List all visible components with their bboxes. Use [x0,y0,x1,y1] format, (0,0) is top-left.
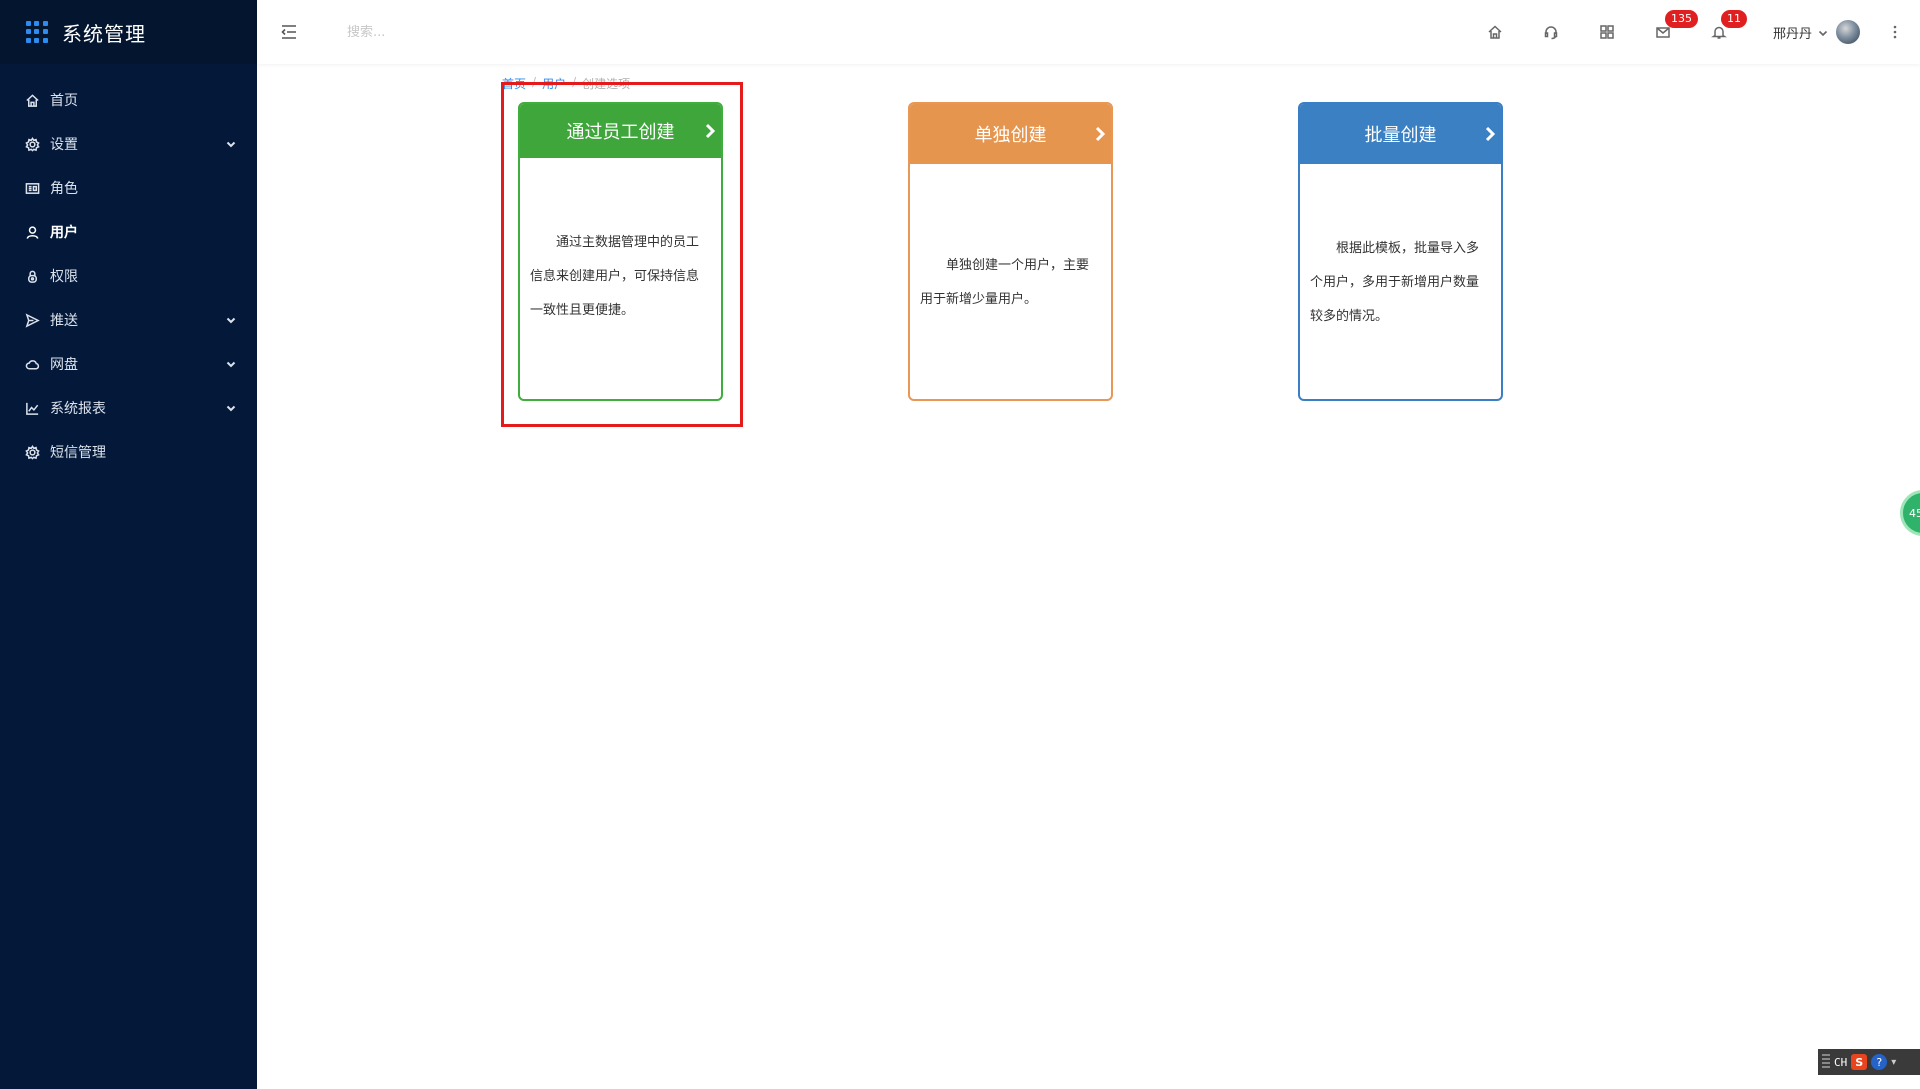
mail-icon[interactable]: 135 [1635,0,1698,64]
card-header[interactable]: 单独创建 [910,104,1111,164]
sidebar-item-roles[interactable]: 角色 [0,166,257,210]
user-name: 邢丹丹 [1772,26,1812,42]
chevron-down-icon [225,402,237,414]
chevron-right-icon[interactable] [1093,125,1107,143]
chart-icon [24,400,40,416]
avatar[interactable] [1836,20,1860,44]
floating-widget-label: 45 [1909,506,1920,520]
sidebar-menu: 首页 设置 角色 用户 权限 推送 网盘 系统报表 短信管理 [0,64,257,474]
lock-icon [24,268,40,284]
sidebar-item-label: 推送 [50,313,78,329]
sidebar-item-sms[interactable]: 短信管理 [0,430,257,474]
search-input[interactable] [347,17,607,47]
sidebar-item-label: 首页 [50,93,78,109]
bell-icon[interactable]: 11 [1691,0,1747,64]
card-description: 单独创建一个用户，主要用于新增少量用户。 [910,164,1111,399]
sidebar-item-label: 设置 [50,137,78,153]
sidebar-item-reports[interactable]: 系统报表 [0,386,257,430]
card-create-single[interactable]: 单独创建 单独创建一个用户，主要用于新增少量用户。 [908,102,1113,401]
app-grid-icon [26,21,48,43]
send-icon [24,312,40,328]
card-description-text: 根据此模板，批量导入多个用户，多用于新增用户数量较多的情况。 [1310,240,1480,324]
brand[interactable]: 系统管理 [0,0,257,64]
id-card-icon [24,180,40,196]
sidebar-item-home[interactable]: 首页 [0,78,257,122]
card-title: 批量创建 [1364,125,1437,146]
sidebar-item-label: 系统报表 [50,401,106,417]
sidebar-item-label: 角色 [50,181,78,197]
chevron-down-icon [1818,23,1828,42]
card-description: 根据此模板，批量导入多个用户，多用于新增用户数量较多的情况。 [1300,164,1501,399]
ime-language[interactable]: CH [1834,1056,1847,1069]
more-vertical-icon[interactable] [1880,0,1910,64]
chevron-down-icon [225,314,237,326]
headset-icon[interactable] [1523,0,1579,64]
card-create-batch[interactable]: 批量创建 根据此模板，批量导入多个用户，多用于新增用户数量较多的情况。 [1298,102,1503,401]
chevron-down-icon [225,138,237,150]
notification-badge: 11 [1720,10,1747,28]
gear-icon [24,136,40,152]
card-header[interactable]: 批量创建 [1300,104,1501,164]
sidebar-item-label: 权限 [50,269,78,285]
highlight-box [501,82,743,427]
sidebar-toggle-icon[interactable] [277,20,301,44]
home-icon[interactable] [1467,0,1523,64]
chevron-right-icon[interactable] [1483,125,1497,143]
app-title: 系统管理 [62,21,146,46]
sidebar-item-settings[interactable]: 设置 [0,122,257,166]
help-icon[interactable]: ? [1871,1054,1888,1070]
sidebar-item-permissions[interactable]: 权限 [0,254,257,298]
sidebar-item-push[interactable]: 推送 [0,298,257,342]
apps-icon[interactable] [1579,0,1635,64]
sidebar-item-label: 短信管理 [50,445,106,461]
sidebar: 系统管理 首页 设置 角色 用户 权限 推送 网盘 系统报表 短信管理 [0,0,257,1089]
chevron-down-icon [225,358,237,370]
sidebar-item-label: 用户 [50,225,78,241]
sidebar-item-users[interactable]: 用户 [0,210,257,254]
card-title: 单独创建 [974,125,1047,146]
user-menu[interactable]: 邢丹丹 [1773,20,1860,44]
top-header: 135 11 邢丹丹 [257,0,1920,64]
caret-down-icon[interactable]: ▾ [1891,1057,1896,1068]
cloud-icon [24,356,40,372]
sidebar-item-cloud-drive[interactable]: 网盘 [0,342,257,386]
user-icon [24,224,40,240]
drag-handle-icon[interactable] [1822,1054,1830,1070]
ime-toolbar[interactable]: CH S ? ▾ [1818,1049,1920,1075]
card-description-text: 单独创建一个用户，主要用于新增少量用户。 [920,257,1090,307]
sidebar-item-label: 网盘 [50,357,78,373]
gear-icon [24,444,40,460]
header-actions: 135 11 邢丹丹 [1467,0,1920,64]
floating-widget[interactable]: 45 [1900,490,1920,536]
sogou-logo-icon[interactable]: S [1851,1054,1868,1070]
home-icon [24,92,40,108]
